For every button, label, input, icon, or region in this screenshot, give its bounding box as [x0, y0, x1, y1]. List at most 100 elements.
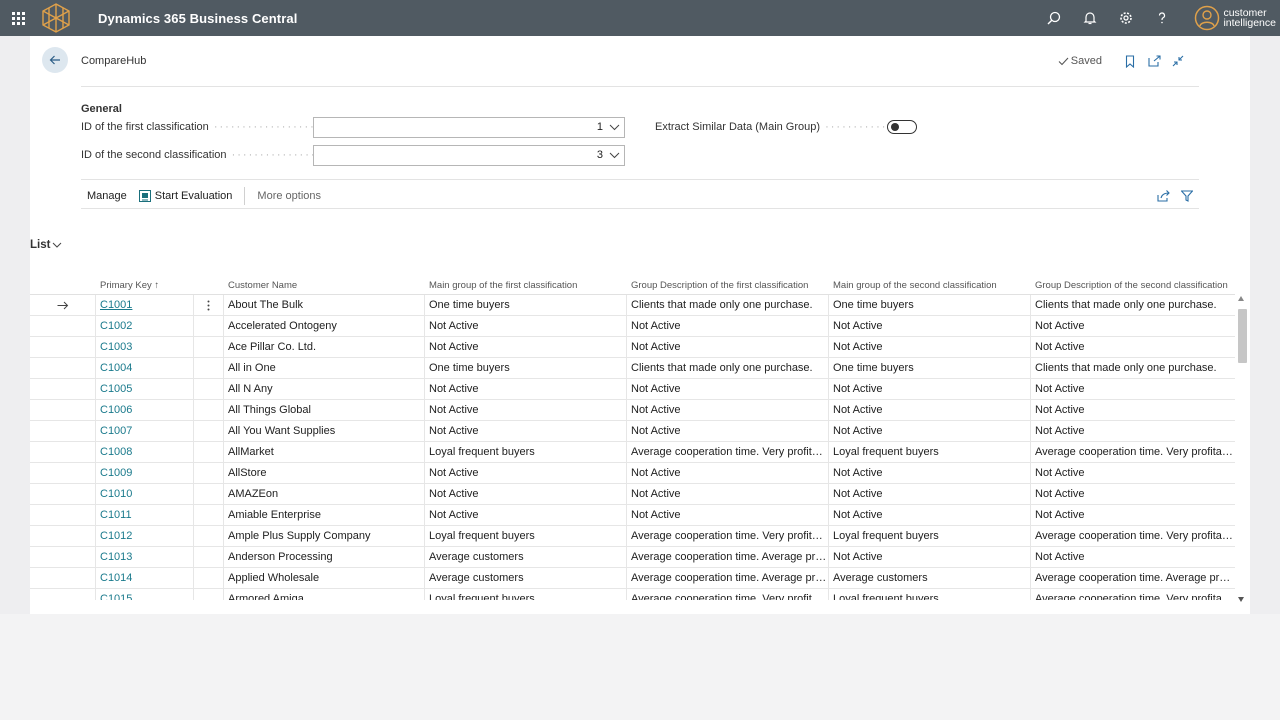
table-row[interactable]: C1015 Armored Amiga Loyal frequent buyers A…	[30, 589, 1235, 600]
desc1-cell[interactable]: Average cooperation time. Very profitabl…	[627, 442, 829, 462]
customer-name-cell[interactable]: Ace Pillar Co. Ltd.	[224, 337, 425, 357]
primary-key-link[interactable]: C1013	[96, 547, 194, 567]
row-menu[interactable]	[194, 400, 224, 420]
table-row[interactable]: C1006 All Things Global Not Active Not Acti…	[30, 400, 1235, 421]
customer-name-cell[interactable]: AllStore	[224, 463, 425, 483]
desc1-cell[interactable]: Clients that made only one purchase.	[627, 295, 829, 315]
row-menu[interactable]	[194, 526, 224, 546]
bell-icon[interactable]	[1072, 0, 1108, 36]
desc1-cell[interactable]: Not Active	[627, 400, 829, 420]
row-selector[interactable]	[30, 484, 96, 504]
desc1-cell[interactable]: Average cooperation time. Average profi.…	[627, 547, 829, 567]
row-selector[interactable]	[30, 463, 96, 483]
table-row[interactable]: C1002 Accelerated Ontogeny Not Active Not A…	[30, 316, 1235, 337]
group1-cell[interactable]: Not Active	[425, 463, 627, 483]
group2-cell[interactable]: Not Active	[829, 547, 1031, 567]
desc2-cell[interactable]: Average cooperation time. Very profitabl…	[1031, 589, 1235, 600]
column-header-primary-key[interactable]: Primary Key ↑	[96, 277, 194, 293]
desc1-cell[interactable]: Average cooperation time. Very profitabl…	[627, 589, 829, 600]
desc2-cell[interactable]: Not Active	[1031, 484, 1235, 504]
desc2-cell[interactable]: Not Active	[1031, 505, 1235, 525]
desc1-cell[interactable]: Clients that made only one purchase.	[627, 358, 829, 378]
row-selector[interactable]	[30, 316, 96, 336]
group1-cell[interactable]: Loyal frequent buyers	[425, 526, 627, 546]
group1-cell[interactable]: Average customers	[425, 568, 627, 588]
primary-key-link[interactable]: C1005	[96, 379, 194, 399]
row-selector[interactable]	[30, 358, 96, 378]
group1-cell[interactable]: One time buyers	[425, 358, 627, 378]
app-launcher-button[interactable]	[0, 0, 36, 36]
scroll-down-icon[interactable]	[1238, 597, 1244, 602]
vertical-scrollbar[interactable]	[1237, 294, 1247, 602]
row-selector[interactable]	[30, 379, 96, 399]
row-menu[interactable]	[194, 316, 224, 336]
primary-key-link[interactable]: C1010	[96, 484, 194, 504]
customer-name-cell[interactable]: Anderson Processing	[224, 547, 425, 567]
group2-cell[interactable]: Loyal frequent buyers	[829, 442, 1031, 462]
group2-cell[interactable]: Loyal frequent buyers	[829, 589, 1031, 600]
customer-name-cell[interactable]: Applied Wholesale	[224, 568, 425, 588]
row-menu[interactable]	[194, 295, 224, 315]
row-menu[interactable]	[194, 337, 224, 357]
table-row[interactable]: C1013 Anderson Processing Average customer…	[30, 547, 1235, 568]
row-selector[interactable]	[30, 421, 96, 441]
primary-key-link[interactable]: C1009	[96, 463, 194, 483]
row-selector[interactable]	[30, 400, 96, 420]
desc1-cell[interactable]: Not Active	[627, 421, 829, 441]
row-menu[interactable]	[194, 589, 224, 600]
primary-key-link[interactable]: C1008	[96, 442, 194, 462]
row-menu[interactable]	[194, 421, 224, 441]
customer-name-cell[interactable]: About The Bulk	[224, 295, 425, 315]
row-selector[interactable]	[30, 568, 96, 588]
customer-name-cell[interactable]: All You Want Supplies	[224, 421, 425, 441]
primary-key-link[interactable]: C1015	[96, 589, 194, 600]
group1-cell[interactable]: Not Active	[425, 400, 627, 420]
group2-cell[interactable]: Average customers	[829, 568, 1031, 588]
row-selector[interactable]	[30, 526, 96, 546]
customer-name-cell[interactable]: AllMarket	[224, 442, 425, 462]
scroll-up-icon[interactable]	[1238, 296, 1244, 301]
row-menu[interactable]	[194, 463, 224, 483]
desc2-cell[interactable]: Not Active	[1031, 547, 1235, 567]
customer-name-cell[interactable]: All Things Global	[224, 400, 425, 420]
primary-key-link[interactable]: C1002	[96, 316, 194, 336]
desc2-cell[interactable]: Average cooperation time. Very profitabl…	[1031, 526, 1235, 546]
desc2-cell[interactable]: Clients that made only one purchase.	[1031, 358, 1235, 378]
primary-key-link[interactable]: C1014	[96, 568, 194, 588]
group2-cell[interactable]: Loyal frequent buyers	[829, 526, 1031, 546]
group1-cell[interactable]: Loyal frequent buyers	[425, 589, 627, 600]
primary-key-link[interactable]: C1004	[96, 358, 194, 378]
customer-name-cell[interactable]: Accelerated Ontogeny	[224, 316, 425, 336]
desc2-cell[interactable]: Not Active	[1031, 463, 1235, 483]
group1-cell[interactable]: Not Active	[425, 505, 627, 525]
desc2-cell[interactable]: Not Active	[1031, 316, 1235, 336]
row-menu[interactable]	[194, 568, 224, 588]
desc1-cell[interactable]: Not Active	[627, 379, 829, 399]
desc2-cell[interactable]: Not Active	[1031, 379, 1235, 399]
table-row[interactable]: C1008 AllMarket Loyal frequent buyers Avera…	[30, 442, 1235, 463]
primary-key-link[interactable]: C1012	[96, 526, 194, 546]
group2-cell[interactable]: Not Active	[829, 337, 1031, 357]
column-header-desc1[interactable]: Group Description of the first classific…	[627, 277, 829, 293]
desc1-cell[interactable]: Not Active	[627, 505, 829, 525]
group1-cell[interactable]: One time buyers	[425, 295, 627, 315]
help-icon[interactable]	[1144, 0, 1180, 36]
primary-key-link[interactable]: C1011	[96, 505, 194, 525]
group2-cell[interactable]: Not Active	[829, 316, 1031, 336]
row-selector[interactable]	[30, 295, 96, 315]
group1-cell[interactable]: Average customers	[425, 547, 627, 567]
group2-cell[interactable]: Not Active	[829, 400, 1031, 420]
table-row[interactable]: C1007 All You Want Supplies Not Active Not …	[30, 421, 1235, 442]
search-icon[interactable]	[1036, 0, 1072, 36]
primary-key-link[interactable]: C1006	[96, 400, 194, 420]
desc2-cell[interactable]: Not Active	[1031, 421, 1235, 441]
group2-cell[interactable]: Not Active	[829, 421, 1031, 441]
table-row[interactable]: C1003 Ace Pillar Co. Ltd. Not Active Not Ac…	[30, 337, 1235, 358]
row-selector[interactable]	[30, 505, 96, 525]
desc2-cell[interactable]: Average cooperation time. Average profi.…	[1031, 568, 1235, 588]
desc1-cell[interactable]: Average cooperation time. Average profi.…	[627, 568, 829, 588]
desc2-cell[interactable]: Not Active	[1031, 400, 1235, 420]
desc1-cell[interactable]: Not Active	[627, 316, 829, 336]
desc1-cell[interactable]: Not Active	[627, 337, 829, 357]
table-row[interactable]: C1012 Ample Plus Supply Company Loyal freq…	[30, 526, 1235, 547]
